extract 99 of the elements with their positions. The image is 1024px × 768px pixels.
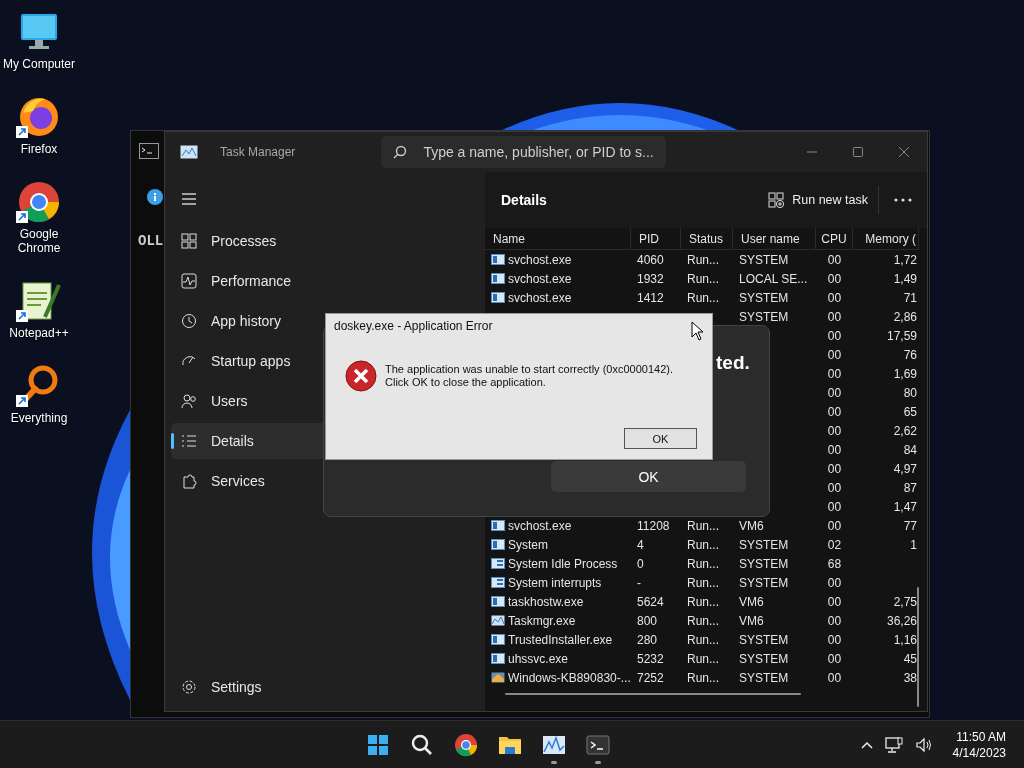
table-cell-text: 4 xyxy=(636,536,645,554)
table-cell-text: Run... xyxy=(686,612,720,630)
table-cell-text: SYSTEM xyxy=(738,555,790,573)
table-cell-text: 00 xyxy=(826,631,843,649)
table-cell-text: SYSTEM xyxy=(738,669,790,687)
table-cell-text: SYSTEM xyxy=(738,536,790,554)
table-cell-text: Run... xyxy=(686,289,720,307)
table-cell-text: 00 xyxy=(826,289,843,307)
table-cell-text: 36,26 xyxy=(885,612,918,630)
table-cell-text: 00 xyxy=(826,460,843,478)
dialog-heading: ted. xyxy=(716,352,750,374)
table-cell-text: - xyxy=(636,574,642,592)
table-cell-text: SYSTEM xyxy=(738,631,790,649)
table-cell-text: 4060 xyxy=(636,251,665,269)
page-title: Details xyxy=(501,192,547,208)
table-cell-text: 1,72 xyxy=(892,251,918,269)
table-cell-text: VM6 xyxy=(738,517,765,535)
table-cell-text: VM6 xyxy=(738,612,765,630)
table-cell-text: 00 xyxy=(826,593,843,611)
table-cell: Taskmgr.exe xyxy=(485,611,631,630)
table-cell-text: 00 xyxy=(826,422,843,440)
table-cell-text: SYSTEM xyxy=(738,289,790,307)
table-cell: Windows-KB890830-... xyxy=(485,668,631,687)
table-cell-text: 1,49 xyxy=(892,270,918,288)
table-cell-text: 00 xyxy=(826,346,843,364)
table-cell-text: 00 xyxy=(826,403,843,421)
table-cell: taskhostw.exe xyxy=(485,592,631,611)
table-cell-text: 00 xyxy=(826,251,843,269)
table-cell-text: 00 xyxy=(826,669,843,687)
table-cell-text: 17,59 xyxy=(885,327,918,345)
table-cell-text: 65 xyxy=(902,403,918,421)
table-cell-text: 00 xyxy=(826,612,843,630)
table-cell: System interrupts xyxy=(485,573,631,592)
table-cell-text: 2,86 xyxy=(892,308,918,326)
table-cell-text: 1,16 xyxy=(892,631,918,649)
table-cell-text: 77 xyxy=(902,517,918,535)
error-message: The application was unable to start correctly (0xc0000142). Click OK to close the application. xyxy=(385,363,673,389)
table-cell-text: 76 xyxy=(902,346,918,364)
terminal-text: OLL xyxy=(138,233,164,249)
table-cell-text: Run... xyxy=(686,631,720,649)
table-cell-text: Run... xyxy=(686,536,720,554)
table-cell-text: SYSTEM xyxy=(738,251,790,269)
table-cell-text: 00 xyxy=(826,650,843,668)
table-cell-text: Run... xyxy=(686,251,720,269)
table-cell-text: VM6 xyxy=(738,593,765,611)
table-cell: svchost.exe xyxy=(485,250,631,269)
table-cell-text: 280 xyxy=(636,631,659,649)
table-cell-text: 00 xyxy=(826,327,843,345)
table-cell-text: 800 xyxy=(636,612,659,630)
table-cell-text: SYSTEM xyxy=(738,650,790,668)
window-title: Task Manager xyxy=(220,145,296,159)
table-cell-text: Run... xyxy=(686,574,720,592)
table-cell-text: 80 xyxy=(902,384,918,402)
table-cell-text: 2,62 xyxy=(892,422,918,440)
table-cell-text: 00 xyxy=(826,574,843,592)
table-cell-text: 1412 xyxy=(636,289,665,307)
table-cell-text: SYSTEM xyxy=(738,574,790,592)
table-cell: System xyxy=(485,535,631,554)
table-cell-text: 38 xyxy=(902,669,918,687)
dialog-title: doskey.exe - Application Error xyxy=(334,319,493,333)
table-cell-text: 5624 xyxy=(636,593,665,611)
table-cell-text: 00 xyxy=(826,308,843,326)
table-cell-text: 45 xyxy=(902,650,918,668)
table-cell-text: 00 xyxy=(826,365,843,383)
table-cell-text: 7252 xyxy=(636,669,665,687)
table-cell-text: 1,69 xyxy=(892,365,918,383)
table-cell-text: 00 xyxy=(826,517,843,535)
table-cell-text: Run... xyxy=(686,650,720,668)
table-cell-text: 71 xyxy=(902,289,918,307)
table-cell: uhssvc.exe xyxy=(485,649,631,668)
table-cell: svchost.exe xyxy=(485,269,631,288)
table-cell-text: Run... xyxy=(686,270,720,288)
table-cell-text: Run... xyxy=(686,669,720,687)
table-cell: System Idle Process xyxy=(485,554,631,573)
table-cell-text: 00 xyxy=(826,270,843,288)
table-cell-text: 1,47 xyxy=(892,498,918,516)
table-cell-text: 11208 xyxy=(636,517,671,535)
table-cell-text: 5232 xyxy=(636,650,665,668)
table-cell-text: 00 xyxy=(826,479,843,497)
table-cell-text: 00 xyxy=(826,441,843,459)
table-cell: TrustedInstaller.exe xyxy=(485,630,631,649)
table-cell-text: 4,97 xyxy=(892,460,918,478)
table-cell-text: Run... xyxy=(686,555,720,573)
table-cell-text: 0 xyxy=(636,555,645,573)
table-cell-text: 00 xyxy=(826,384,843,402)
table-cell-text: SYSTEM xyxy=(738,308,790,326)
table-cell-text: 02 xyxy=(826,536,843,554)
table-cell-text: 84 xyxy=(902,441,918,459)
table-cell-text: 2,75 xyxy=(892,593,918,611)
table-cell-text: 68 xyxy=(826,555,843,573)
table-cell-text: Run... xyxy=(686,593,720,611)
table-cell-text: 00 xyxy=(826,498,843,516)
table-cell-text: Run... xyxy=(686,517,720,535)
table-cell-text: 1932 xyxy=(636,270,665,288)
table-cell: svchost.exe xyxy=(485,288,631,307)
table-cell-text: 1 xyxy=(909,536,918,554)
table-cell: svchost.exe xyxy=(485,516,631,535)
table-cell-text: 87 xyxy=(902,479,918,497)
table-cell-text: LOCAL SE... xyxy=(738,270,809,288)
